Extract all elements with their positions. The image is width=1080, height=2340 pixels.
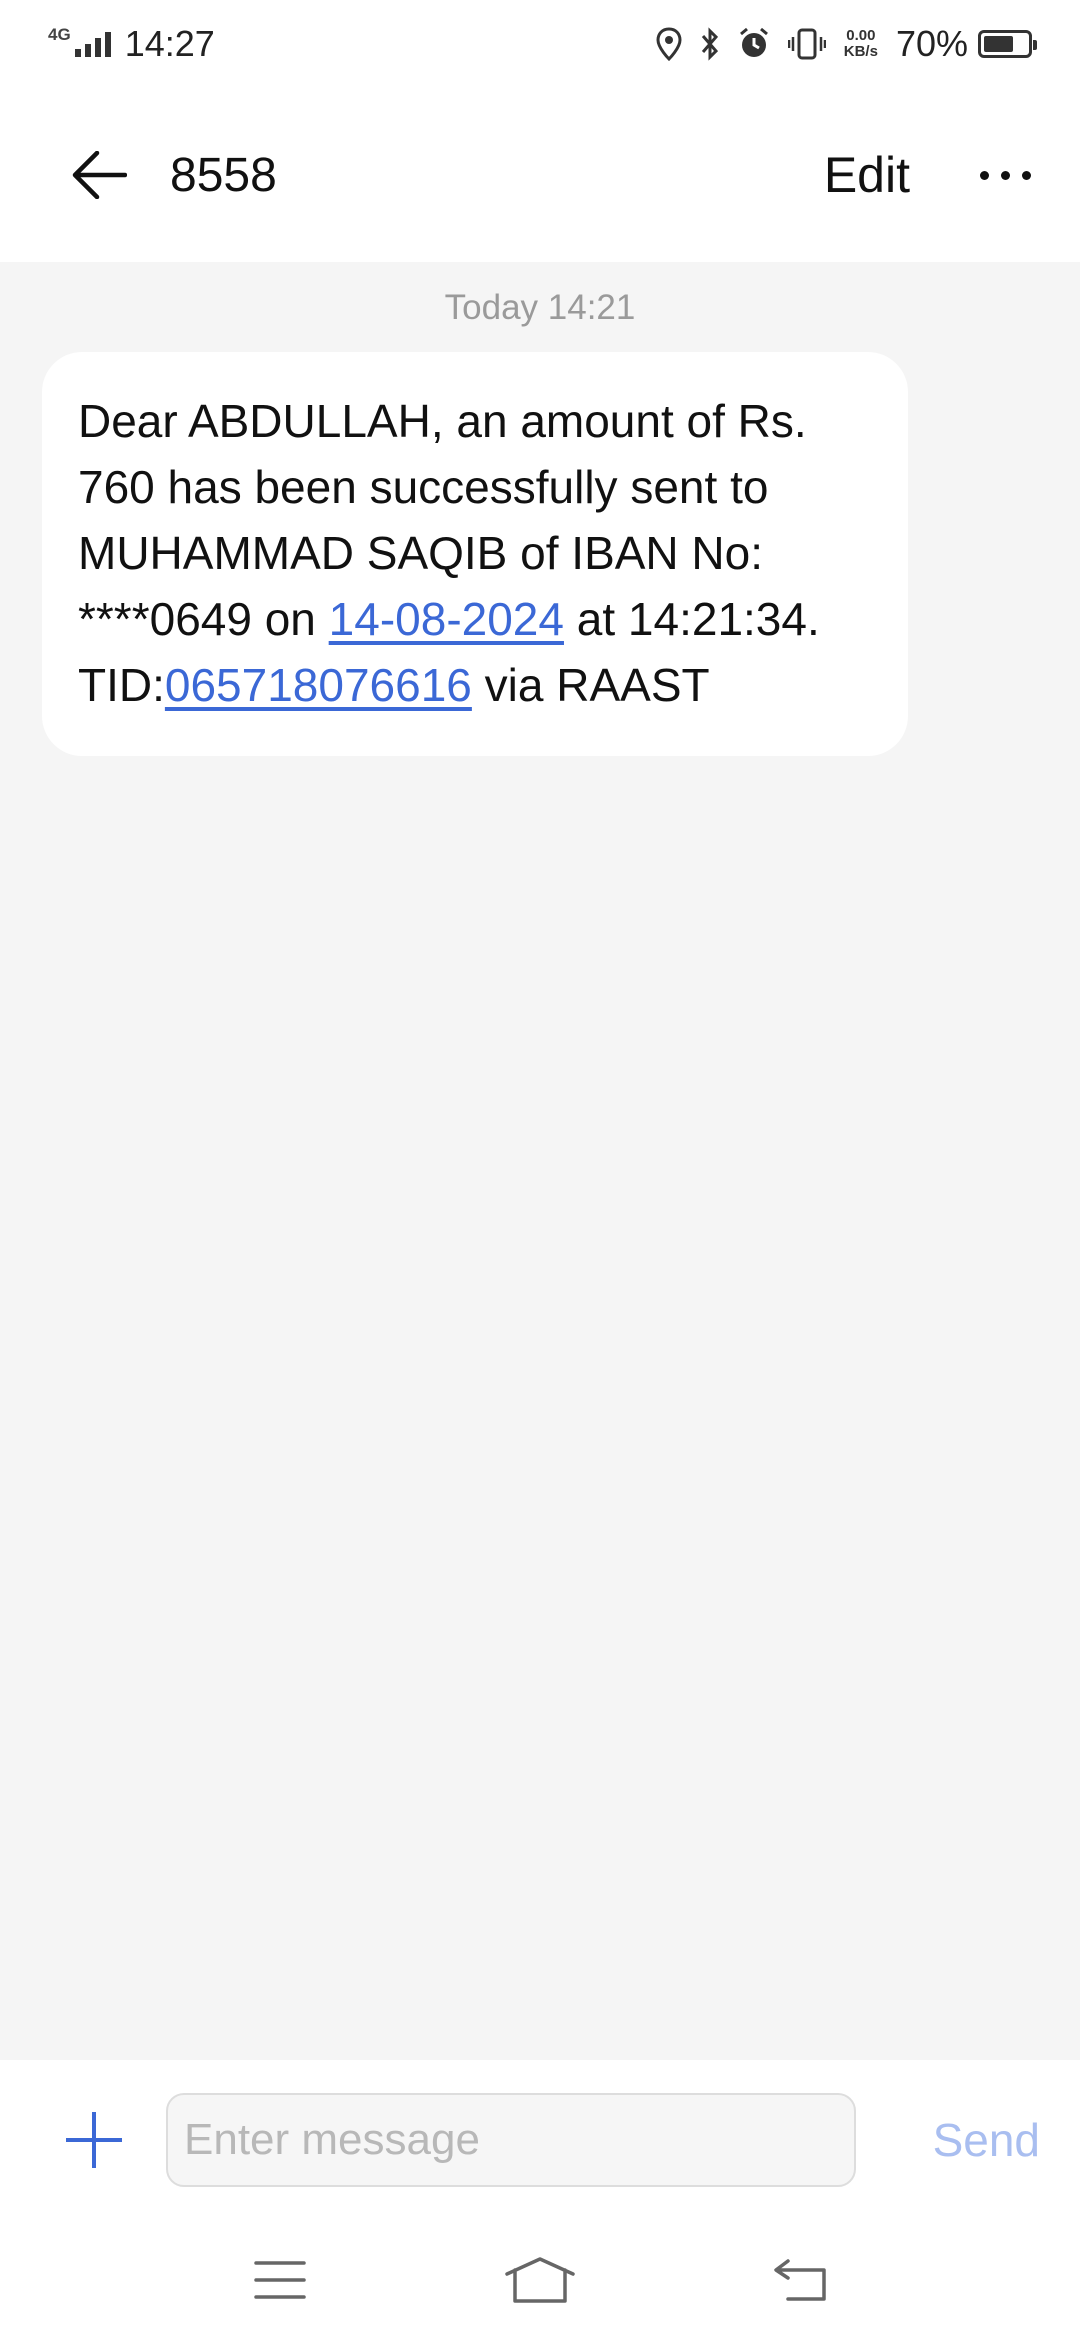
recent-apps-button[interactable]	[230, 2240, 330, 2320]
battery-icon	[978, 30, 1037, 58]
signal-icon	[74, 31, 111, 57]
more-options-button[interactable]	[970, 140, 1040, 210]
location-icon	[656, 27, 682, 61]
data-speed: 0.00 KB/s	[844, 28, 878, 60]
battery-indicator: 70%	[895, 23, 1037, 65]
status-bar: 4G 14:27 0.00 KB/s 70%	[0, 0, 1080, 88]
tid-link[interactable]: 065718076616	[165, 659, 472, 711]
message-text: via RAAST	[471, 659, 710, 711]
more-horizontal-icon	[979, 170, 989, 180]
menu-icon	[254, 2261, 306, 2299]
battery-fill	[984, 36, 1014, 52]
back-icon	[774, 2259, 826, 2301]
message-composer: Send	[0, 2060, 1080, 2220]
arrow-left-icon	[72, 151, 127, 199]
home-icon	[505, 2257, 575, 2303]
alarm-icon	[738, 27, 770, 61]
data-speed-unit: KB/s	[843, 43, 878, 60]
more-dot	[1021, 170, 1031, 180]
message-input[interactable]	[166, 2093, 856, 2187]
conversation-title: 8558	[170, 148, 277, 202]
message-timestamp: Today 14:21	[444, 288, 636, 327]
date-link[interactable]: 14-08-2024	[329, 593, 564, 645]
attach-button[interactable]	[64, 2110, 124, 2170]
battery-percent: 70%	[895, 23, 968, 64]
status-right: 0.00 KB/s 70%	[656, 23, 1037, 65]
status-time: 14:27	[124, 23, 215, 64]
system-back-button[interactable]	[750, 2240, 850, 2320]
network-indicator: 4G	[48, 26, 111, 57]
vibrate-icon	[787, 27, 826, 61]
bluetooth-icon	[700, 27, 720, 61]
send-button[interactable]: Send	[933, 2113, 1040, 2167]
conversation-header: 8558 Edit	[0, 88, 1080, 262]
data-speed-value: 0.00	[846, 27, 876, 44]
edit-button[interactable]: Edit	[824, 146, 910, 204]
message-list[interactable]: Today 14:21 Dear ABDULLAH, an amount of …	[0, 262, 1080, 2060]
more-dot	[1000, 170, 1010, 180]
status-left: 4G 14:27	[48, 23, 215, 65]
home-button[interactable]	[490, 2240, 590, 2320]
network-type: 4G	[48, 25, 71, 44]
message-bubble[interactable]: Dear ABDULLAH, an amount of Rs. 760 has …	[42, 352, 908, 756]
system-navigation-bar	[0, 2220, 1080, 2340]
back-button[interactable]	[64, 140, 134, 210]
